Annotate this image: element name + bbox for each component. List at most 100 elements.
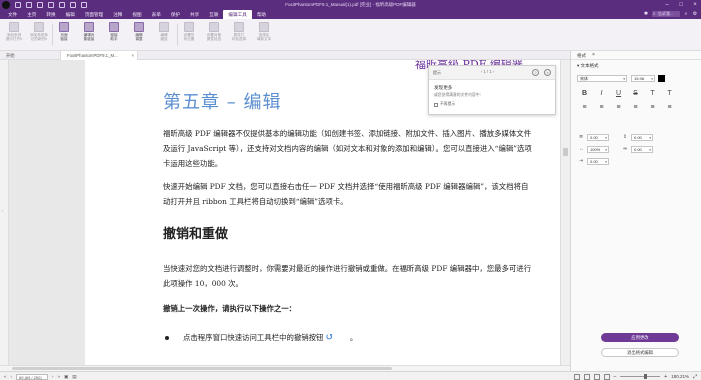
- menu-connect[interactable]: 互联: [204, 10, 223, 19]
- menu-protect[interactable]: 保护: [166, 10, 185, 19]
- strikethrough-icon[interactable]: S: [632, 90, 639, 97]
- scroll-thumb[interactable]: [563, 148, 568, 156]
- minimize-icon[interactable]: –: [664, 2, 670, 8]
- add-link-button[interactable]: 添加系统标 记的新的Ir: [28, 22, 50, 48]
- subscript-icon[interactable]: T: [666, 90, 673, 97]
- help-icon[interactable]: ?: [532, 69, 539, 76]
- paragraph[interactable]: 快速开始编辑 PDF 文档，您可以直接右击任一 PDF 文档并选择“使用福昕高级…: [163, 179, 533, 209]
- shape-position-button[interactable]: 设置形 状位置: [178, 22, 200, 48]
- zoom-in-icon[interactable]: +: [664, 374, 667, 380]
- menu-edit-tools[interactable]: 编辑工具: [223, 10, 252, 19]
- menu-comment[interactable]: 注释: [108, 10, 127, 19]
- menu-view[interactable]: 视图: [127, 10, 146, 19]
- scroll-thumb[interactable]: [12, 367, 392, 370]
- horizontal-scale-input[interactable]: 100% ▾: [587, 146, 609, 153]
- justify-left-icon[interactable]: ≡: [649, 104, 656, 111]
- document-tabs: 开始 FoxitPhantomPDF9.1_M... ×: [0, 51, 570, 60]
- status-bar: « ‹ 69 (69 / 250) › » ▣ ▤ – + 180.21% ⤢: [0, 371, 701, 380]
- align-center-icon[interactable]: ≡: [598, 104, 605, 111]
- justify-icon[interactable]: ≡: [632, 104, 639, 111]
- align-left-icon[interactable]: ≡: [581, 104, 588, 111]
- list-item[interactable]: 点击程序窗口快速访问工具栏中的撤销按钮 ↺ 。: [165, 332, 357, 343]
- single-page-view-icon[interactable]: [573, 373, 580, 380]
- add-bookmark-button[interactable]: 添加系统 提示打开Ir: [3, 22, 25, 48]
- lightbulb-icon[interactable]: ✱: [643, 11, 649, 17]
- section-heading[interactable]: 撤销和重做: [163, 223, 228, 242]
- tip-text: 或您觉得满意的文件内容中：: [434, 93, 484, 97]
- menu-file[interactable]: 文件: [3, 10, 22, 19]
- menu-share[interactable]: 共享: [185, 10, 204, 19]
- link-assistant-button[interactable]: 链接 助手: [103, 22, 125, 48]
- character-spacing-input[interactable]: 0.00 ▾: [631, 146, 653, 153]
- chapter-title[interactable]: 第五章 – 编辑: [163, 88, 281, 114]
- bold-icon[interactable]: B: [581, 90, 588, 97]
- navigation-panel-strip[interactable]: ›: [0, 60, 9, 365]
- superscript-icon[interactable]: T: [649, 90, 656, 97]
- expand-panel-icon[interactable]: ›: [2, 208, 6, 214]
- close-panel-icon[interactable]: ×: [592, 52, 595, 58]
- next-page-icon[interactable]: ›: [52, 374, 54, 379]
- paragraph-spacing-input[interactable]: 0.00 ▾: [631, 134, 653, 141]
- menu-home[interactable]: 主页: [22, 10, 41, 19]
- vertical-scrollbar[interactable]: [560, 60, 570, 365]
- prev-page-icon[interactable]: ‹: [11, 374, 13, 379]
- edit-zoom-button[interactable]: 编辑 缩放: [153, 22, 175, 48]
- line-spacing-input[interactable]: 0.00 ▾: [587, 134, 609, 141]
- menu-form[interactable]: 表单: [147, 10, 166, 19]
- zoom-out-icon[interactable]: –: [614, 374, 617, 380]
- justify-right-icon[interactable]: ≡: [666, 104, 673, 111]
- page-number-input[interactable]: 69 (69 / 250): [16, 373, 49, 380]
- exit-format-button[interactable]: 退出格式编辑: [601, 348, 679, 357]
- tab-document[interactable]: FoxitPhantomPDF9.1_M... ×: [60, 51, 138, 60]
- close-icon[interactable]: ×: [692, 2, 698, 8]
- ribbon-button-label: 链接 助手: [110, 33, 118, 41]
- region-to-text-button[interactable]: 选择区 域转文本: [253, 22, 275, 48]
- font-color-swatch[interactable]: [658, 75, 665, 82]
- menu-organize[interactable]: 页面管理: [80, 10, 108, 19]
- settings-icon[interactable]: ⚙: [692, 11, 698, 17]
- align-right-icon[interactable]: ≡: [615, 104, 622, 111]
- object-props-button[interactable]: 设置对象 属性检查: [203, 22, 225, 48]
- tab-start[interactable]: 开始: [0, 51, 58, 60]
- menu-convert[interactable]: 转换: [41, 10, 60, 19]
- continuous-view-icon[interactable]: [583, 373, 590, 380]
- format-panel: 格式 × ▾ 文本格式 宋体 ▾ 15.98 ▾ B I U S T T ≡ ≡ ≡…: [570, 51, 701, 371]
- tip-pager[interactable]: ‹ 1 / 1 ›: [481, 69, 494, 74]
- underline-icon[interactable]: U: [615, 90, 622, 97]
- print-select-icon: [234, 22, 244, 32]
- continuous-facing-view-icon[interactable]: [603, 373, 610, 380]
- font-family-select[interactable]: 宋体 ▾: [577, 75, 627, 82]
- close-icon[interactable]: ×: [544, 69, 551, 76]
- save-page-icon[interactable]: ▣: [64, 374, 68, 380]
- word-spacing-input[interactable]: 0.00 ▾: [587, 158, 609, 165]
- search-icon[interactable]: ⌕: [683, 11, 689, 17]
- search-input[interactable]: ⌕ 告诉我...: [652, 11, 680, 17]
- object-link-button[interactable]: 编辑对 象链接: [78, 22, 100, 48]
- close-tab-icon[interactable]: ×: [131, 51, 134, 60]
- last-page-icon[interactable]: »: [58, 374, 61, 379]
- dont-show-again-checkbox[interactable]: 不再提示: [434, 102, 455, 107]
- paragraph[interactable]: 当快速对您的文档进行调整时，你需要对最近的操作进行撤销或重做。在福昕高级 PDF…: [163, 261, 533, 291]
- page-view-icon[interactable]: ▤: [72, 374, 76, 380]
- zoom-level[interactable]: 180.21%: [671, 374, 689, 379]
- menu-edit[interactable]: 编辑: [61, 10, 80, 19]
- fullscreen-icon[interactable]: ⤢: [693, 374, 697, 380]
- checkbox-icon[interactable]: [434, 102, 438, 107]
- search-icon: ⌕: [653, 11, 656, 16]
- font-size-select[interactable]: 15.98 ▾: [631, 75, 655, 82]
- zoom-slider-handle[interactable]: [644, 374, 648, 379]
- title-bar: FoxitPhantomPDF9.1_Manual(1).pdf [完业] - …: [0, 0, 701, 10]
- maximize-icon[interactable]: □: [678, 2, 684, 8]
- paragraph[interactable]: 撤销上一次操作，请执行以下操作之一：: [163, 301, 533, 316]
- edit-adjust-button[interactable]: 编辑 调整: [128, 22, 150, 48]
- menu-help[interactable]: 帮助: [252, 10, 271, 19]
- paragraph[interactable]: 福昕高级 PDF 编辑器不仅提供基本的编辑功能（如创建书签、添加链接、附加文件、…: [163, 126, 533, 171]
- italic-icon[interactable]: I: [598, 90, 605, 97]
- zoom-slider[interactable]: [620, 374, 661, 379]
- facing-view-icon[interactable]: [593, 373, 600, 380]
- print-select-button[interactable]: 属性打 印及选择: [228, 22, 250, 48]
- first-page-icon[interactable]: «: [4, 374, 7, 379]
- page-link-button[interactable]: 页面 链接: [53, 22, 75, 48]
- word-spacing-icon: ⇥: [579, 158, 584, 164]
- apply-changes-button[interactable]: 应用更改: [601, 333, 679, 342]
